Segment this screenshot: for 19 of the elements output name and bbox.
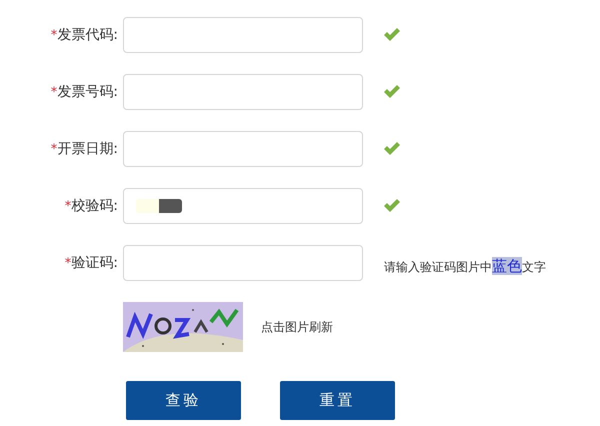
input-field[interactable]: [123, 131, 363, 167]
input-field[interactable]: [123, 188, 363, 224]
input-field[interactable]: [123, 245, 363, 281]
required-mark: *: [50, 84, 58, 100]
input-field[interactable]: [123, 17, 363, 53]
field-label: 发票号码:: [57, 83, 118, 101]
field-label: 验证码:: [71, 254, 118, 272]
refresh-hint: 点击图片刷新: [261, 318, 333, 336]
field-label: 发票代码:: [57, 26, 118, 44]
required-mark: *: [64, 256, 72, 270]
required-mark: *: [50, 28, 58, 42]
required-mark: *: [50, 142, 58, 156]
action-button[interactable]: 查验: [126, 381, 241, 420]
field-label: 开票日期:: [57, 140, 118, 158]
required-mark: *: [64, 198, 72, 214]
action-button[interactable]: 重置: [280, 381, 395, 420]
hint-text: 请输入验证码图片中蓝色文字: [384, 256, 546, 276]
input-field[interactable]: [123, 74, 363, 110]
field-label: 校验码:: [71, 197, 118, 215]
